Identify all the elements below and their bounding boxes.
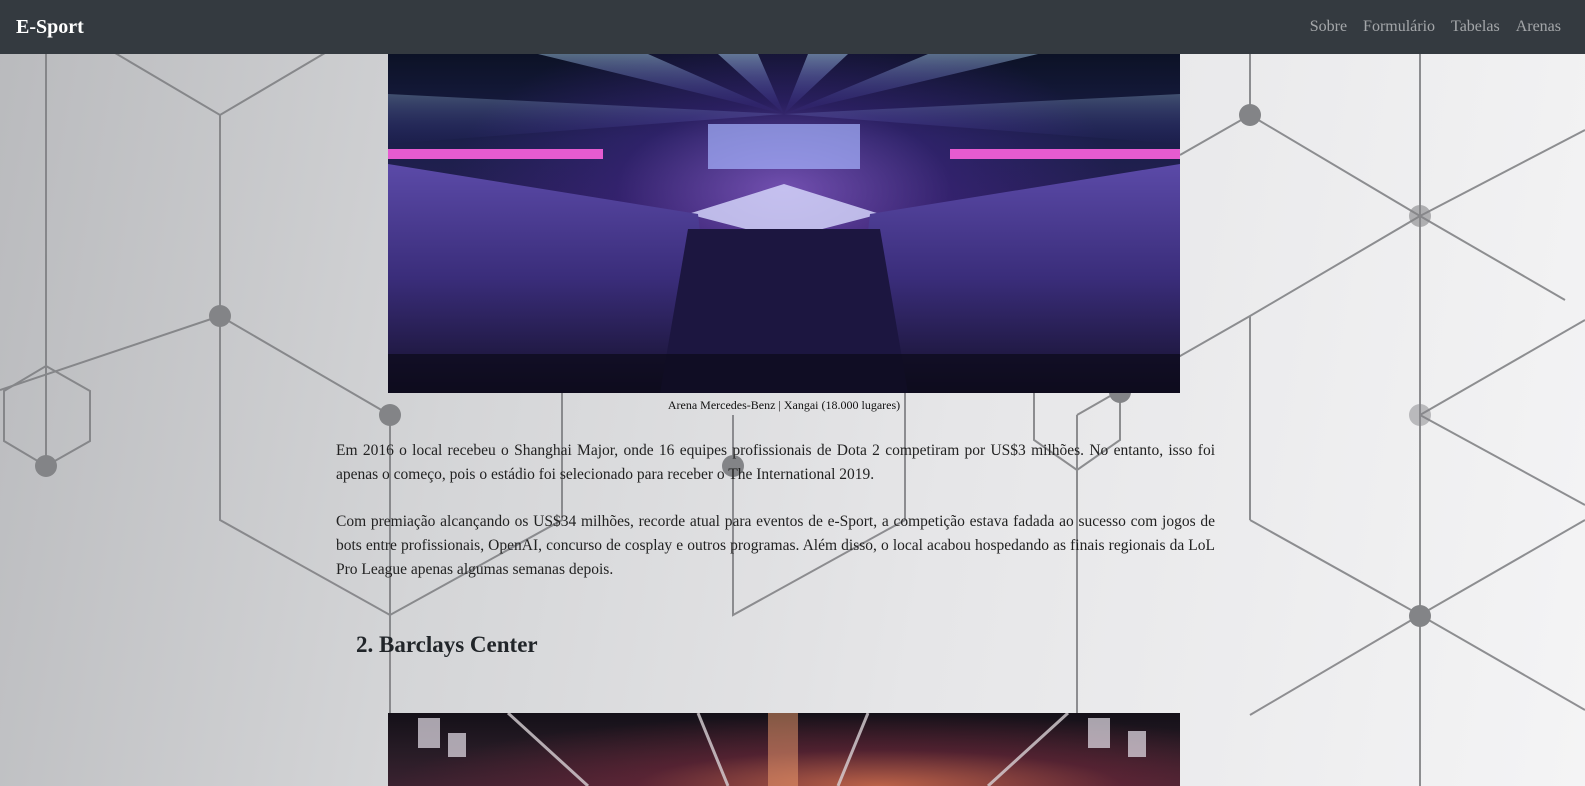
paragraph-shanghai-major: Em 2016 o local recebeu o Shanghai Major… xyxy=(336,442,1215,483)
barclays-photo-illustration xyxy=(418,713,1146,786)
arena-photo-caption: Arena Mercedes-Benz | Xangai (18.000 lug… xyxy=(667,398,901,412)
barclays-center-photo xyxy=(388,713,1180,786)
nav-link-sobre[interactable]: Sobre xyxy=(1310,18,1347,36)
main-content: Arena Mercedes-Benz | Xangai (18.000 lug… xyxy=(0,0,1585,786)
brand-logo[interactable]: E-Sport xyxy=(16,16,84,39)
arena-photo-illustration xyxy=(388,54,1180,393)
arena-photo xyxy=(388,54,1180,393)
nav-links: Sobre Formulário Tabelas Arenas xyxy=(1310,18,1561,36)
section-heading-barclays-center: 2. Barclays Center xyxy=(356,632,538,657)
navbar: E-Sport Sobre Formulário Tabelas Arenas xyxy=(0,0,1585,54)
paragraph-the-international: Com premiação alcançando os US$34 milhõe… xyxy=(336,513,1215,578)
nav-link-arenas[interactable]: Arenas xyxy=(1516,18,1561,36)
nav-link-tabelas[interactable]: Tabelas xyxy=(1451,18,1500,36)
nav-link-formulario[interactable]: Formulário xyxy=(1363,18,1435,36)
